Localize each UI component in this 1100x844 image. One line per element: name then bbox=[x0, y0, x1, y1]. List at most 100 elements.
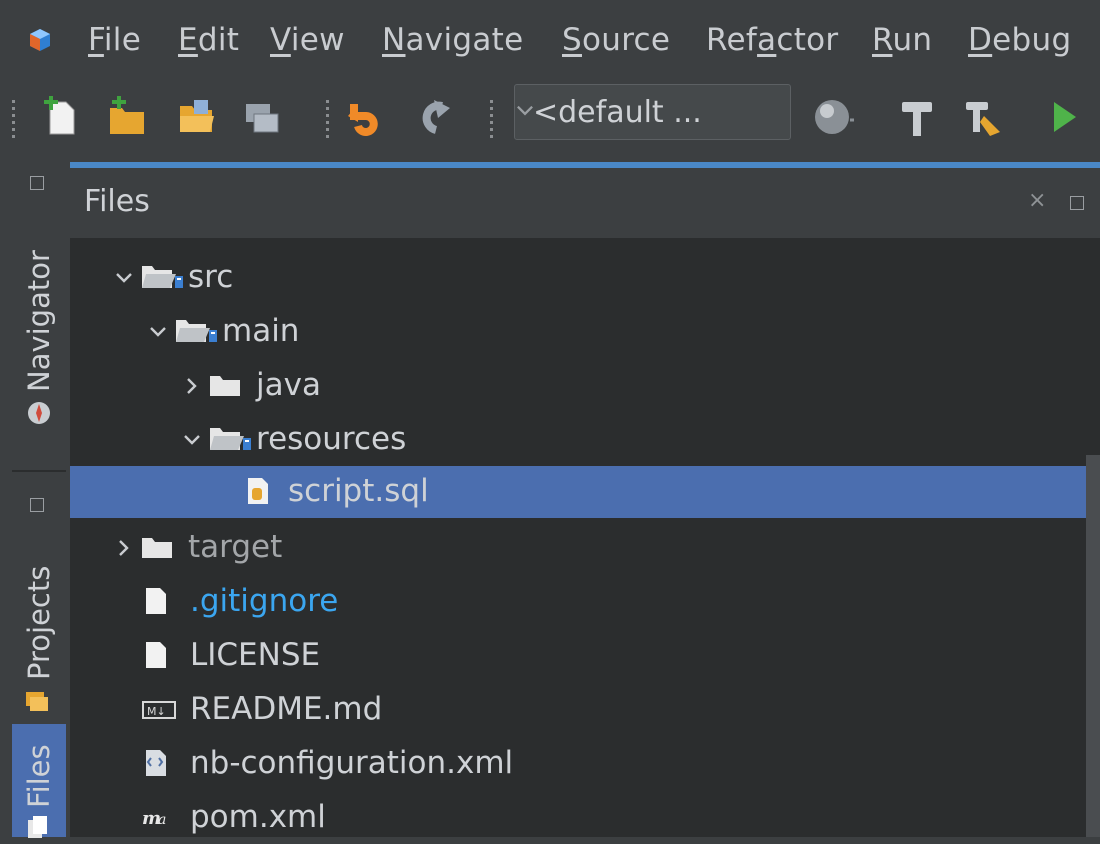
tree-row-license[interactable]: LICENSE bbox=[70, 630, 1086, 682]
toolbar-separator bbox=[490, 100, 493, 138]
configuration-select[interactable]: <default ... bbox=[514, 84, 791, 140]
menu-item-text: un bbox=[892, 22, 933, 58]
panel-header bbox=[70, 168, 1100, 238]
toolbar-separator bbox=[326, 100, 329, 138]
menu-mnemonic: E bbox=[178, 22, 198, 58]
tree-row-label: java bbox=[256, 367, 321, 403]
chevron-down-icon[interactable] bbox=[148, 322, 168, 342]
tree-row-target[interactable]: target bbox=[70, 522, 1086, 574]
redo-icon[interactable] bbox=[412, 96, 454, 138]
maven-file-icon: ma bbox=[142, 808, 166, 829]
sql-file-icon bbox=[248, 478, 268, 504]
menu-mnemonic: V bbox=[270, 22, 291, 58]
tree-row-label: resources bbox=[256, 421, 407, 457]
menu-bar bbox=[0, 0, 1100, 82]
tree-row-readme-md[interactable]: M↓ README.md bbox=[70, 684, 1086, 736]
tree-row-nb-configuration-xml[interactable]: nb-configuration.xml bbox=[70, 738, 1086, 790]
close-panel-icon[interactable]: × bbox=[1028, 188, 1046, 213]
undo-icon[interactable] bbox=[344, 96, 386, 138]
panel-title: Files bbox=[84, 184, 150, 219]
tree-row-label: main bbox=[222, 313, 300, 349]
source-folder-icon bbox=[210, 428, 251, 450]
menu-item-debug[interactable]: Debug bbox=[968, 22, 1071, 58]
side-divider bbox=[12, 470, 66, 472]
menu-item-text: ource bbox=[581, 22, 671, 58]
projects-icon bbox=[26, 692, 48, 711]
menu-mnemonic: N bbox=[382, 22, 406, 58]
navigator-tab-label: Navigator bbox=[22, 250, 56, 392]
run-icon[interactable] bbox=[1046, 96, 1088, 138]
tree-row-label: README.md bbox=[190, 691, 383, 727]
svg-text:a: a bbox=[158, 812, 166, 828]
menu-item-text: dit bbox=[197, 22, 240, 58]
svg-text:M↓: M↓ bbox=[147, 705, 166, 718]
tree-row-label: .gitignore bbox=[190, 583, 339, 619]
tree-row-label: src bbox=[188, 259, 234, 295]
compass-icon bbox=[28, 402, 50, 424]
menu-item-view[interactable]: View bbox=[270, 22, 345, 58]
folder-icon bbox=[210, 376, 240, 396]
tree-row-label: target bbox=[188, 529, 283, 565]
xml-file-icon bbox=[146, 750, 166, 776]
menu-item-text: ebug bbox=[992, 22, 1072, 58]
scrollbar-thumb[interactable] bbox=[1086, 455, 1100, 837]
tree-row-main[interactable]: main bbox=[70, 306, 1086, 358]
menu-mnemonic: a bbox=[757, 22, 777, 58]
chevron-down-icon[interactable] bbox=[182, 430, 202, 450]
chevron-down-icon bbox=[517, 105, 533, 116]
menu-item-run[interactable]: Run bbox=[872, 22, 932, 58]
tree-row-label: LICENSE bbox=[190, 637, 321, 673]
menu-item-text: ile bbox=[103, 22, 142, 58]
tree-row-script-sql[interactable]: script.sql bbox=[70, 466, 1086, 518]
menu-mnemonic: F bbox=[88, 22, 104, 58]
menu-item-edit[interactable]: Edit bbox=[178, 22, 239, 58]
build-hammer-icon[interactable] bbox=[896, 96, 938, 138]
netbeans-logo-icon bbox=[30, 29, 50, 51]
menu-mnemonic: R bbox=[872, 22, 893, 58]
menu-item-text: Ref bbox=[706, 22, 758, 58]
menu-mnemonic: D bbox=[968, 22, 993, 58]
new-file-icon[interactable] bbox=[40, 96, 82, 138]
restore-window-icon[interactable] bbox=[30, 498, 44, 512]
navigator-tab[interactable]: Navigator bbox=[20, 220, 60, 436]
source-folder-icon bbox=[142, 266, 183, 288]
chevron-down-icon[interactable] bbox=[114, 268, 134, 288]
configuration-value: <default ... bbox=[533, 95, 702, 130]
source-folder-icon bbox=[176, 320, 217, 342]
toolbar-grip bbox=[12, 100, 15, 138]
tree-row-label: nb-configuration.xml bbox=[190, 745, 514, 781]
tree-row-pom-xml[interactable]: m a pom.xml bbox=[70, 792, 1086, 844]
files-tab[interactable]: Files bbox=[12, 724, 66, 838]
close-project-icon[interactable] bbox=[242, 96, 284, 138]
clean-build-icon[interactable] bbox=[962, 96, 1004, 138]
menu-item-text: ctor bbox=[776, 22, 839, 58]
tree-row-resources[interactable]: resources bbox=[70, 414, 1086, 466]
projects-tab-label: Projects bbox=[22, 565, 56, 680]
globe-icon[interactable] bbox=[812, 96, 854, 138]
chevron-right-icon[interactable] bbox=[182, 376, 202, 396]
tree-row-src[interactable]: src bbox=[70, 252, 1086, 304]
file-icon bbox=[146, 642, 166, 668]
chevron-right-icon[interactable] bbox=[114, 538, 134, 558]
open-project-icon[interactable] bbox=[176, 96, 218, 138]
menu-item-text: avigate bbox=[405, 22, 524, 58]
markdown-file-icon: M↓ bbox=[142, 701, 176, 719]
menu-item-navigate[interactable]: Navigate bbox=[382, 22, 523, 58]
restore-window-icon[interactable] bbox=[30, 176, 44, 190]
menu-item-text: iew bbox=[290, 22, 345, 58]
menu-mnemonic: S bbox=[562, 22, 582, 58]
projects-tab[interactable]: Projects bbox=[20, 540, 60, 720]
menu-item-refactor[interactable]: Refactor bbox=[706, 22, 838, 58]
restore-window-icon[interactable] bbox=[1070, 196, 1084, 210]
folder-icon bbox=[142, 538, 172, 558]
menu-item-source[interactable]: Source bbox=[562, 22, 670, 58]
tree-row-java[interactable]: java bbox=[70, 360, 1086, 412]
tree-row-label: script.sql bbox=[288, 473, 429, 509]
new-project-icon[interactable] bbox=[106, 96, 148, 138]
tree-row-gitignore[interactable]: .gitignore bbox=[70, 576, 1086, 628]
tree-row-label: pom.xml bbox=[190, 799, 326, 835]
menu-item-file[interactable]: File bbox=[88, 22, 141, 58]
files-tab-label: Files bbox=[22, 744, 56, 808]
file-icon bbox=[146, 588, 166, 614]
files-icon bbox=[28, 816, 47, 838]
